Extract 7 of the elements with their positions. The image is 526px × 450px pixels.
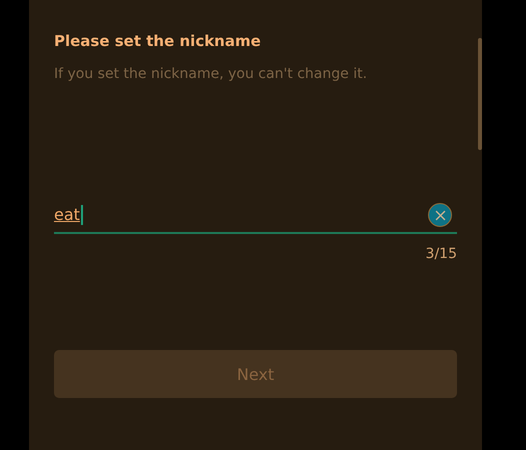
close-icon [434, 210, 446, 220]
nickname-field[interactable]: eat [54, 205, 83, 225]
scrollbar[interactable] [478, 38, 482, 150]
dialog-title: Please set the nickname [54, 32, 262, 50]
clear-button[interactable] [428, 203, 452, 227]
character-counter: 3/15 [426, 246, 457, 262]
dialog-subtitle: If you set the nickname, you can't change it. [54, 66, 368, 82]
